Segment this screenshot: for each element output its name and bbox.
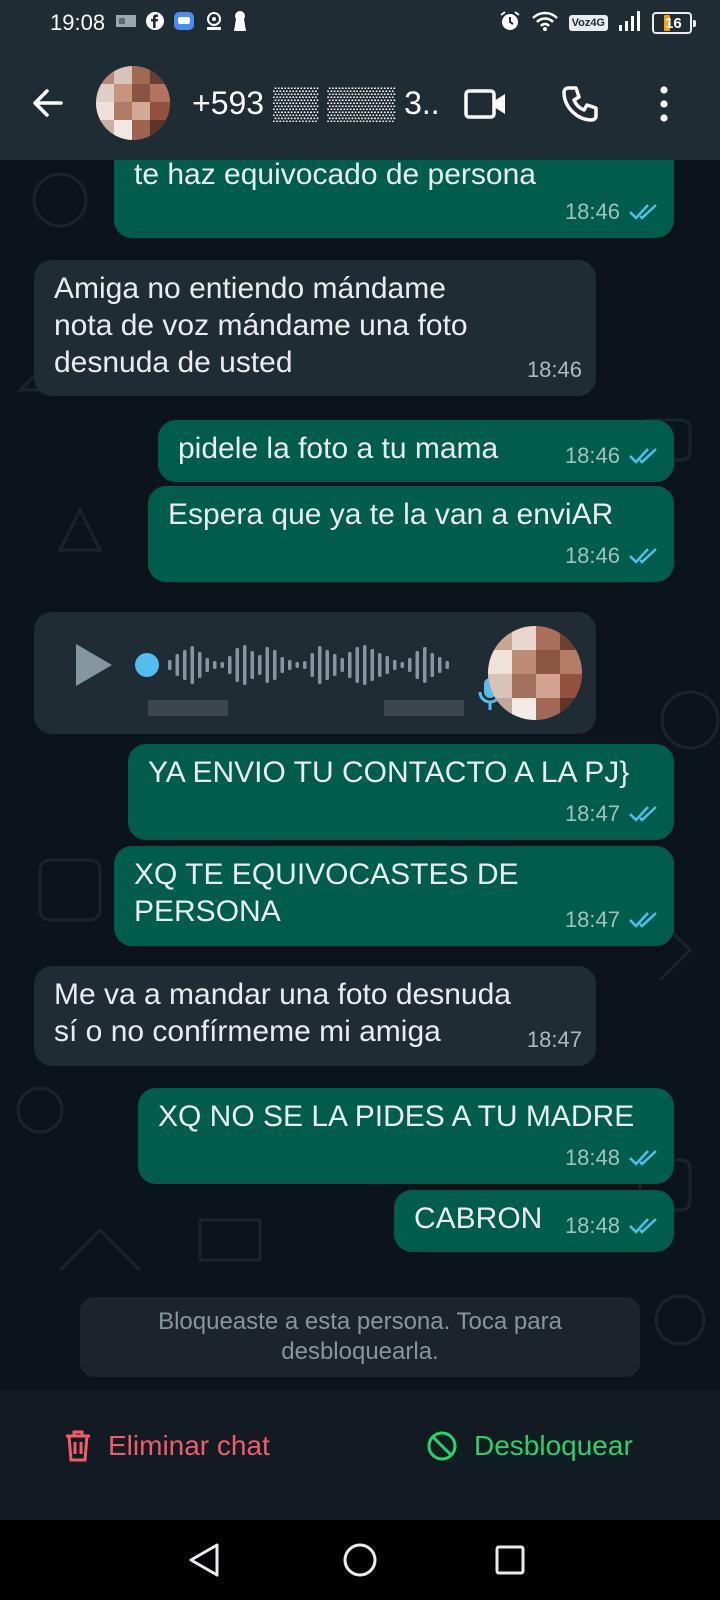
voice-duration-redacted [148, 700, 228, 716]
trash-icon [66, 1430, 90, 1462]
message-meta: 18:46 [565, 437, 660, 474]
status-bar: 19:08 Voz4G 16 [0, 0, 720, 46]
webcam-icon [203, 10, 225, 37]
voice-waveform[interactable] [134, 640, 464, 690]
double-check-icon [629, 203, 657, 220]
block-icon [427, 1431, 457, 1461]
message-time: 18:47 [526, 1027, 582, 1052]
message-bubble-incoming[interactable]: Me va a mandar una foto desnuda sí o no … [34, 966, 596, 1066]
contact-avatar[interactable] [96, 66, 170, 140]
contact-name[interactable]: +593 ▒▒ ▒▒▒ 3... [192, 85, 442, 122]
message-meta: 18:47 [565, 795, 660, 832]
message-meta: 18:46 [565, 537, 660, 574]
keyhole-icon [233, 10, 247, 37]
more-options-button[interactable] [636, 76, 692, 132]
system-nav-bar [0, 1520, 720, 1600]
double-check-icon [629, 805, 657, 822]
square-recents-icon [495, 1545, 525, 1575]
double-check-icon [629, 547, 657, 564]
message-text: XQ TE EQUIVOCASTES DE PERSONA [134, 858, 519, 928]
back-arrow-icon [33, 89, 63, 117]
blocked-actions-bar: Eliminar chat Desbloquear [0, 1390, 720, 1520]
wifi-icon [531, 10, 559, 37]
message-time: 18:46 [526, 357, 582, 382]
delete-chat-label: Eliminar chat [108, 1430, 270, 1461]
battery-icon: 16 [652, 12, 696, 34]
unblock-button[interactable]: Desbloquear [426, 1430, 633, 1462]
play-icon[interactable] [74, 642, 114, 688]
message-meta: 18:48 [565, 1207, 660, 1244]
double-check-icon [629, 1149, 657, 1166]
message-meta: 18:47 [565, 901, 660, 938]
phone-icon [562, 86, 598, 122]
battery-level: 16 [665, 14, 682, 32]
status-time: 19:08 [50, 10, 106, 35]
more-vertical-icon [660, 86, 668, 122]
message-time: 18:47 [564, 907, 620, 932]
message-text: CABRON [414, 1202, 543, 1235]
message-text: Amiga no entiendo mándame nota de voz má… [54, 272, 468, 379]
network-label: Voz4G [568, 15, 608, 31]
double-check-icon [629, 1217, 657, 1234]
triangle-back-icon [189, 1543, 219, 1577]
signal-icon [618, 10, 642, 37]
nav-recents-button[interactable] [488, 1538, 532, 1582]
message-text: pidele la foto a tu mama [178, 432, 499, 465]
back-button[interactable] [0, 46, 96, 160]
circle-home-icon [343, 1543, 377, 1577]
nav-back-button[interactable] [182, 1538, 226, 1582]
facebook-icon [145, 11, 165, 36]
message-bubble-outgoing[interactable]: CABRON 18:48 [394, 1190, 674, 1252]
voice-note-bubble[interactable] [34, 612, 596, 734]
message-text: te haz equivocado de persona [134, 160, 536, 191]
message-meta: 18:46 [527, 351, 582, 388]
message-meta: 18:48 [565, 1139, 660, 1176]
voice-time-redacted [384, 700, 464, 716]
message-time: 18:48 [564, 1213, 620, 1238]
chat-area[interactable]: te haz equivocado de persona 18:46 Amiga… [0, 160, 720, 1390]
message-bubble-outgoing[interactable]: XQ NO SE LA PIDES A TU MADRE 18:48 [138, 1088, 674, 1184]
video-call-button[interactable] [458, 76, 514, 132]
alarm-icon [499, 10, 521, 37]
message-bubble-outgoing[interactable]: Espera que ya te la van a enviAR 18:46 [148, 486, 674, 582]
voice-call-button[interactable] [552, 76, 608, 132]
message-bubble-outgoing[interactable]: YA ENVIO TU CONTACTO A LA PJ} 18:47 [128, 744, 674, 840]
message-text: YA ENVIO TU CONTACTO A LA PJ} [148, 756, 630, 789]
message-bubble-outgoing[interactable]: te haz equivocado de persona 18:46 [114, 160, 674, 238]
message-time: 18:48 [564, 1145, 620, 1170]
message-icon [173, 11, 195, 36]
message-bubble-incoming[interactable]: Amiga no entiendo mándame nota de voz má… [34, 260, 596, 396]
message-time: 18:46 [564, 199, 620, 224]
double-check-icon [629, 447, 657, 464]
message-text: Espera que ya te la van a enviAR [168, 498, 614, 531]
message-bubble-outgoing[interactable]: XQ TE EQUIVOCASTES DE PERSONA 18:47 [114, 846, 674, 946]
voice-sender-avatar [488, 626, 582, 720]
message-text: XQ NO SE LA PIDES A TU MADRE [158, 1100, 635, 1133]
blocked-notice[interactable]: Bloqueaste a esta persona. Toca para des… [80, 1297, 640, 1377]
nav-home-button[interactable] [338, 1538, 382, 1582]
double-check-icon [629, 911, 657, 928]
message-time: 18:47 [564, 801, 620, 826]
message-bubble-outgoing[interactable]: pidele la foto a tu mama 18:46 [158, 420, 674, 482]
message-time: 18:46 [564, 443, 620, 468]
message-text: Me va a mandar una foto desnuda sí o no … [54, 978, 511, 1048]
chat-header: +593 ▒▒ ▒▒▒ 3... [0, 46, 720, 160]
message-meta: 18:46 [565, 193, 660, 230]
message-time: 18:46 [564, 543, 620, 568]
message-meta: 18:47 [527, 1021, 582, 1058]
video-call-icon [464, 89, 505, 119]
gallery-icon [115, 13, 137, 34]
unblock-label: Desbloquear [474, 1430, 633, 1461]
delete-chat-button[interactable]: Eliminar chat [64, 1430, 270, 1462]
